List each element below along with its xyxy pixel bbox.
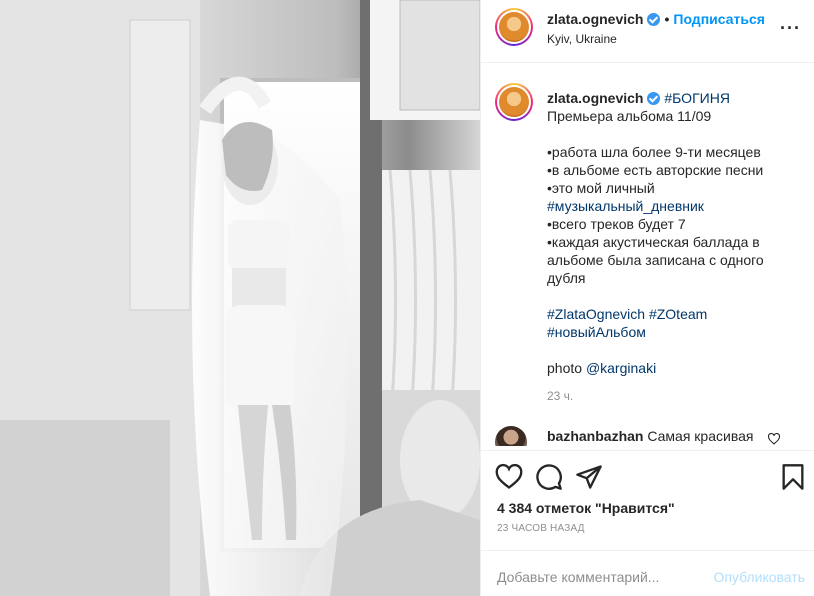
post-time-ago: 23 ЧАСОВ НАЗАД xyxy=(497,523,585,534)
caption-text: zlata.ognevich #БОГИНЯ Премьера альбома … xyxy=(547,89,787,405)
author-username[interactable]: zlata.ognevich xyxy=(547,11,643,27)
caption-line: Премьера альбома 11/09 xyxy=(547,108,712,124)
commenter-avatar[interactable] xyxy=(495,426,527,446)
hashtag-link[interactable]: #БОГИНЯ xyxy=(664,90,730,106)
caption-bullet: •в альбоме есть авторские песни xyxy=(547,162,764,178)
caption-bullet: •это мой личный xyxy=(547,180,655,196)
hashtag-link[interactable]: #ZOteam xyxy=(649,306,707,322)
caption-bullet: •работа шла более 9-ти месяцев xyxy=(547,144,761,160)
comment-like-icon[interactable] xyxy=(767,433,781,445)
post-caption: zlata.ognevich #БОГИНЯ Премьера альбома … xyxy=(481,63,814,423)
verified-badge-icon xyxy=(647,92,661,105)
post-photo[interactable] xyxy=(0,0,480,596)
more-horizontal-icon[interactable]: ··· xyxy=(780,18,801,39)
follow-button[interactable]: Подписаться xyxy=(673,11,765,27)
comment-input[interactable]: Добавьте комментарий... xyxy=(497,569,659,585)
hashtag-link[interactable]: #ZlataOgnevich xyxy=(547,306,645,322)
likes-count[interactable]: 4 384 отметок "Нравится" xyxy=(497,500,675,516)
mention-link[interactable]: @karginaki xyxy=(586,360,656,376)
verified-badge-icon xyxy=(647,13,661,26)
post-location[interactable]: Kyiv, Ukraine xyxy=(547,32,617,46)
comment-bubble-icon[interactable] xyxy=(535,463,563,491)
comment-text: bazhanbazhan Самая красивая xyxy=(547,428,753,444)
photo-illustration xyxy=(0,0,480,596)
caption-time: 23 ч. xyxy=(547,389,574,403)
author-avatar[interactable] xyxy=(495,8,533,46)
author-header-line: zlata.ognevich • Подписаться xyxy=(547,11,765,27)
hashtag-link[interactable]: #новыйАльбом xyxy=(547,323,787,341)
separator-dot: • xyxy=(664,11,670,27)
caption-bullet: •каждая акустическая баллада в альбоме б… xyxy=(547,234,764,286)
publish-button[interactable]: Опубликовать xyxy=(713,569,805,585)
post-actions: 4 384 отметок "Нравится" 23 ЧАСОВ НАЗАД xyxy=(481,450,814,546)
post-side-panel: zlata.ognevich • Подписаться Kyiv, Ukraine… xyxy=(480,0,814,596)
caption-author-avatar[interactable] xyxy=(495,83,533,121)
like-heart-icon[interactable] xyxy=(495,463,523,491)
commenter-username[interactable]: bazhanbazhan xyxy=(547,428,643,444)
photo-credit-label: photo xyxy=(547,360,583,376)
caption-username[interactable]: zlata.ognevich xyxy=(547,90,643,106)
comment-body: Самая красивая xyxy=(647,428,754,444)
save-bookmark-icon[interactable] xyxy=(779,463,807,491)
share-send-icon[interactable] xyxy=(575,463,603,491)
caption-bullet: •всего треков будет 7 xyxy=(547,216,686,232)
post-header: zlata.ognevich • Подписаться Kyiv, Ukraine… xyxy=(481,0,814,63)
comment-item: bazhanbazhan Самая красивая xyxy=(495,424,805,446)
add-comment-bar: Добавьте комментарий... Опубликовать xyxy=(481,550,814,596)
hashtag-link[interactable]: #музыкальный_дневник xyxy=(547,197,787,215)
